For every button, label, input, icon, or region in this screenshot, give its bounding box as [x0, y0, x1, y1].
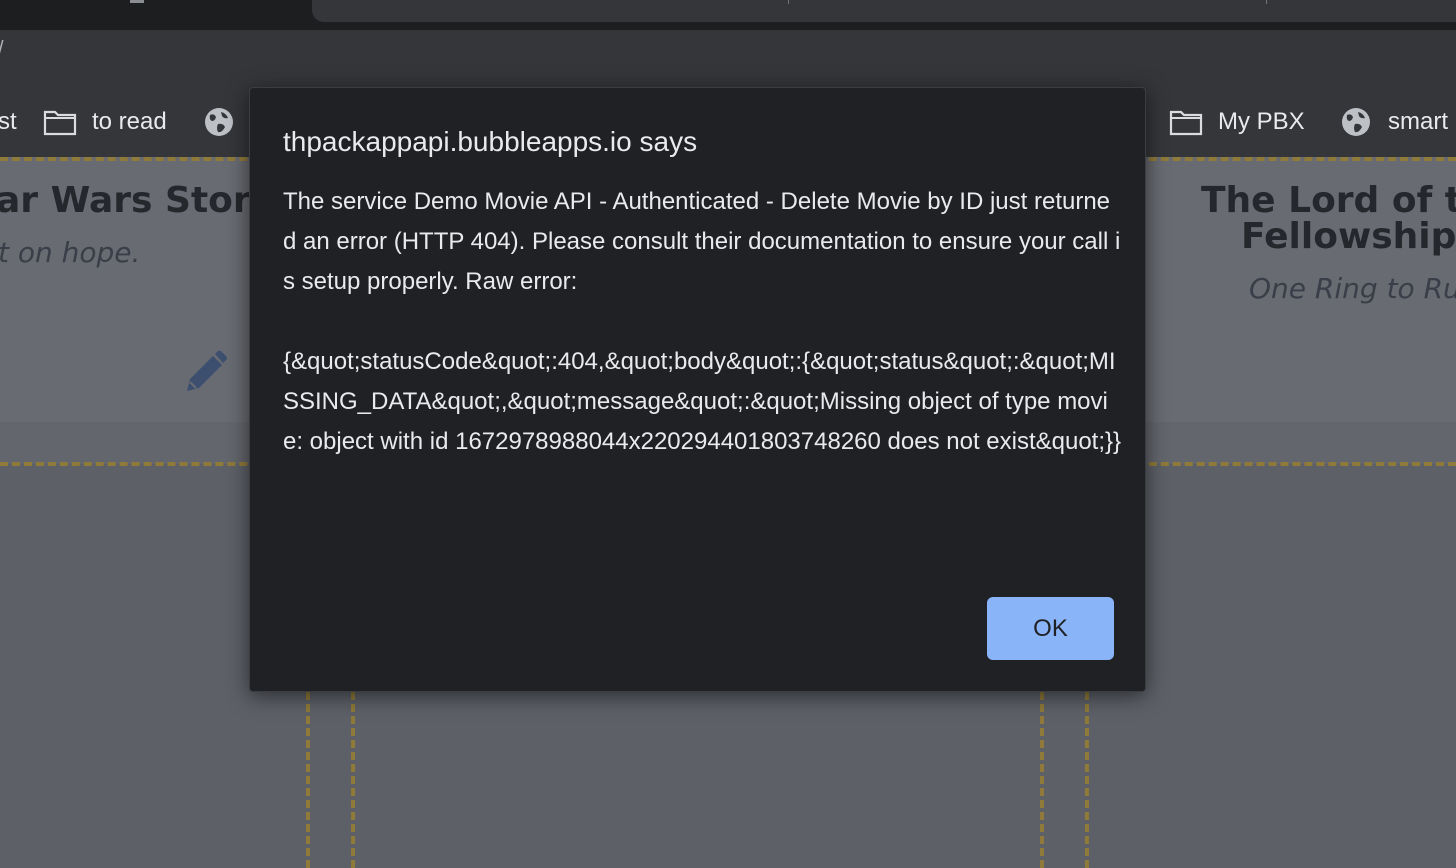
- bookmark-label: st: [0, 108, 17, 135]
- dialog-title: thpackappapi.bubbleapps.io says: [283, 126, 698, 157]
- card-border: [351, 692, 355, 868]
- tab-strip: [0, 0, 1456, 30]
- ok-button[interactable]: OK: [987, 597, 1114, 660]
- bookmark-item[interactable]: st: [0, 105, 17, 139]
- browser-toolbar: [0, 30, 1456, 85]
- bookmark-smart[interactable]: smart: [1341, 105, 1448, 139]
- bookmark-folder-my-pbx[interactable]: My PBX: [1169, 105, 1305, 139]
- bookmark-label: smart: [1388, 108, 1448, 135]
- card-border: [306, 692, 310, 868]
- movie-tagline: t on hope.: [0, 236, 141, 269]
- folder-icon: [43, 110, 77, 136]
- movie-tagline: One Ring to Rul: [1249, 272, 1456, 305]
- bookmark-label: to read: [92, 108, 167, 135]
- tab-separator: [788, 0, 789, 4]
- card-border: [1085, 692, 1089, 868]
- folder-icon: [1169, 110, 1203, 136]
- alert-dialog: thpackappapi.bubbleapps.io says The serv…: [249, 87, 1146, 692]
- tab-active[interactable]: [312, 0, 1456, 22]
- tab-separator: [1266, 0, 1267, 4]
- forward-icon[interactable]: /: [0, 38, 4, 61]
- globe-icon: [205, 108, 233, 136]
- bookmark-label: My PBX: [1218, 108, 1305, 135]
- edit-icon[interactable]: [182, 350, 228, 396]
- bookmark-folder-to-read[interactable]: to read: [43, 105, 167, 139]
- movie-title: Fellowship o: [1241, 216, 1456, 257]
- card-border: [1040, 692, 1044, 868]
- movie-title: ar Wars Story: [0, 180, 275, 221]
- dialog-message: The service Demo Movie API - Authenticat…: [283, 188, 1122, 455]
- tab-title-fragment[interactable]: [130, 0, 144, 3]
- movie-title: The Lord of the: [1201, 180, 1456, 221]
- bookmark-globe[interactable]: [204, 105, 234, 139]
- globe-icon: [1342, 108, 1370, 136]
